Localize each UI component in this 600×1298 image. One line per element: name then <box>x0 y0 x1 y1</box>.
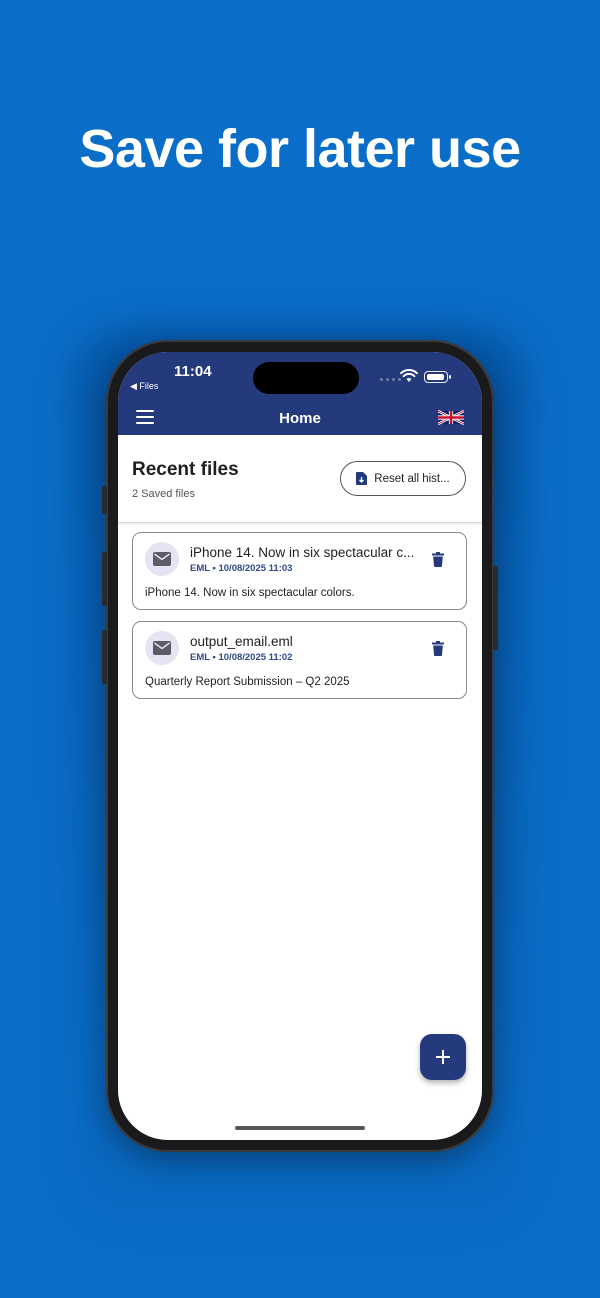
trash-icon[interactable] <box>432 641 444 656</box>
headline: Save for later use <box>79 119 521 179</box>
reset-history-button[interactable]: Reset all hist... <box>340 461 466 496</box>
status-time: 11:04 <box>174 363 212 380</box>
action-button <box>102 486 107 514</box>
file-reset-icon <box>356 472 368 485</box>
file-card-1[interactable]: iPhone 14. Now in six spectacular c... E… <box>132 532 467 610</box>
mail-icon <box>153 641 171 655</box>
app-bar: 11:04 ◀ Files Home <box>118 352 482 435</box>
mail-icon <box>153 552 171 566</box>
volume-up-button <box>102 552 107 606</box>
trash-icon[interactable] <box>432 552 444 567</box>
home-indicator <box>235 1126 365 1130</box>
file-description: Quarterly Report Submission – Q2 2025 <box>145 676 350 688</box>
saved-files-count: 2 Saved files <box>132 488 195 500</box>
reset-history-label: Reset all hist... <box>374 472 450 485</box>
plus-icon <box>436 1050 450 1064</box>
power-button <box>493 566 498 650</box>
back-to-files-link[interactable]: ◀ Files <box>130 381 158 392</box>
uk-flag-icon[interactable] <box>438 409 464 426</box>
recent-files-header: Recent files 2 Saved files Reset all his… <box>118 435 482 523</box>
file-title: iPhone 14. Now in six spectacular c... <box>190 545 415 560</box>
file-title: output_email.eml <box>190 634 293 649</box>
main-content: Recent files 2 Saved files Reset all his… <box>118 435 482 699</box>
wifi-icon <box>400 369 418 382</box>
file-meta: EML • 10/08/2025 11:02 <box>190 652 293 663</box>
phone-screen: 11:04 ◀ Files Home Recent files 2 Saved … <box>118 352 482 1140</box>
page-title: Home <box>279 410 321 427</box>
battery-icon <box>424 371 451 383</box>
signal-icon <box>380 378 401 381</box>
phone-frame: 11:04 ◀ Files Home Recent files 2 Saved … <box>102 340 498 1152</box>
email-avatar <box>145 631 179 665</box>
file-card-2[interactable]: output_email.eml EML • 10/08/2025 11:02 … <box>132 621 467 699</box>
file-meta: EML • 10/08/2025 11:03 <box>190 563 293 574</box>
email-avatar <box>145 542 179 576</box>
recent-files-title: Recent files <box>132 459 239 480</box>
dynamic-island <box>253 362 359 394</box>
file-description: iPhone 14. Now in six spectacular colors… <box>145 587 355 599</box>
volume-down-button <box>102 630 107 684</box>
add-file-button[interactable] <box>420 1034 466 1080</box>
